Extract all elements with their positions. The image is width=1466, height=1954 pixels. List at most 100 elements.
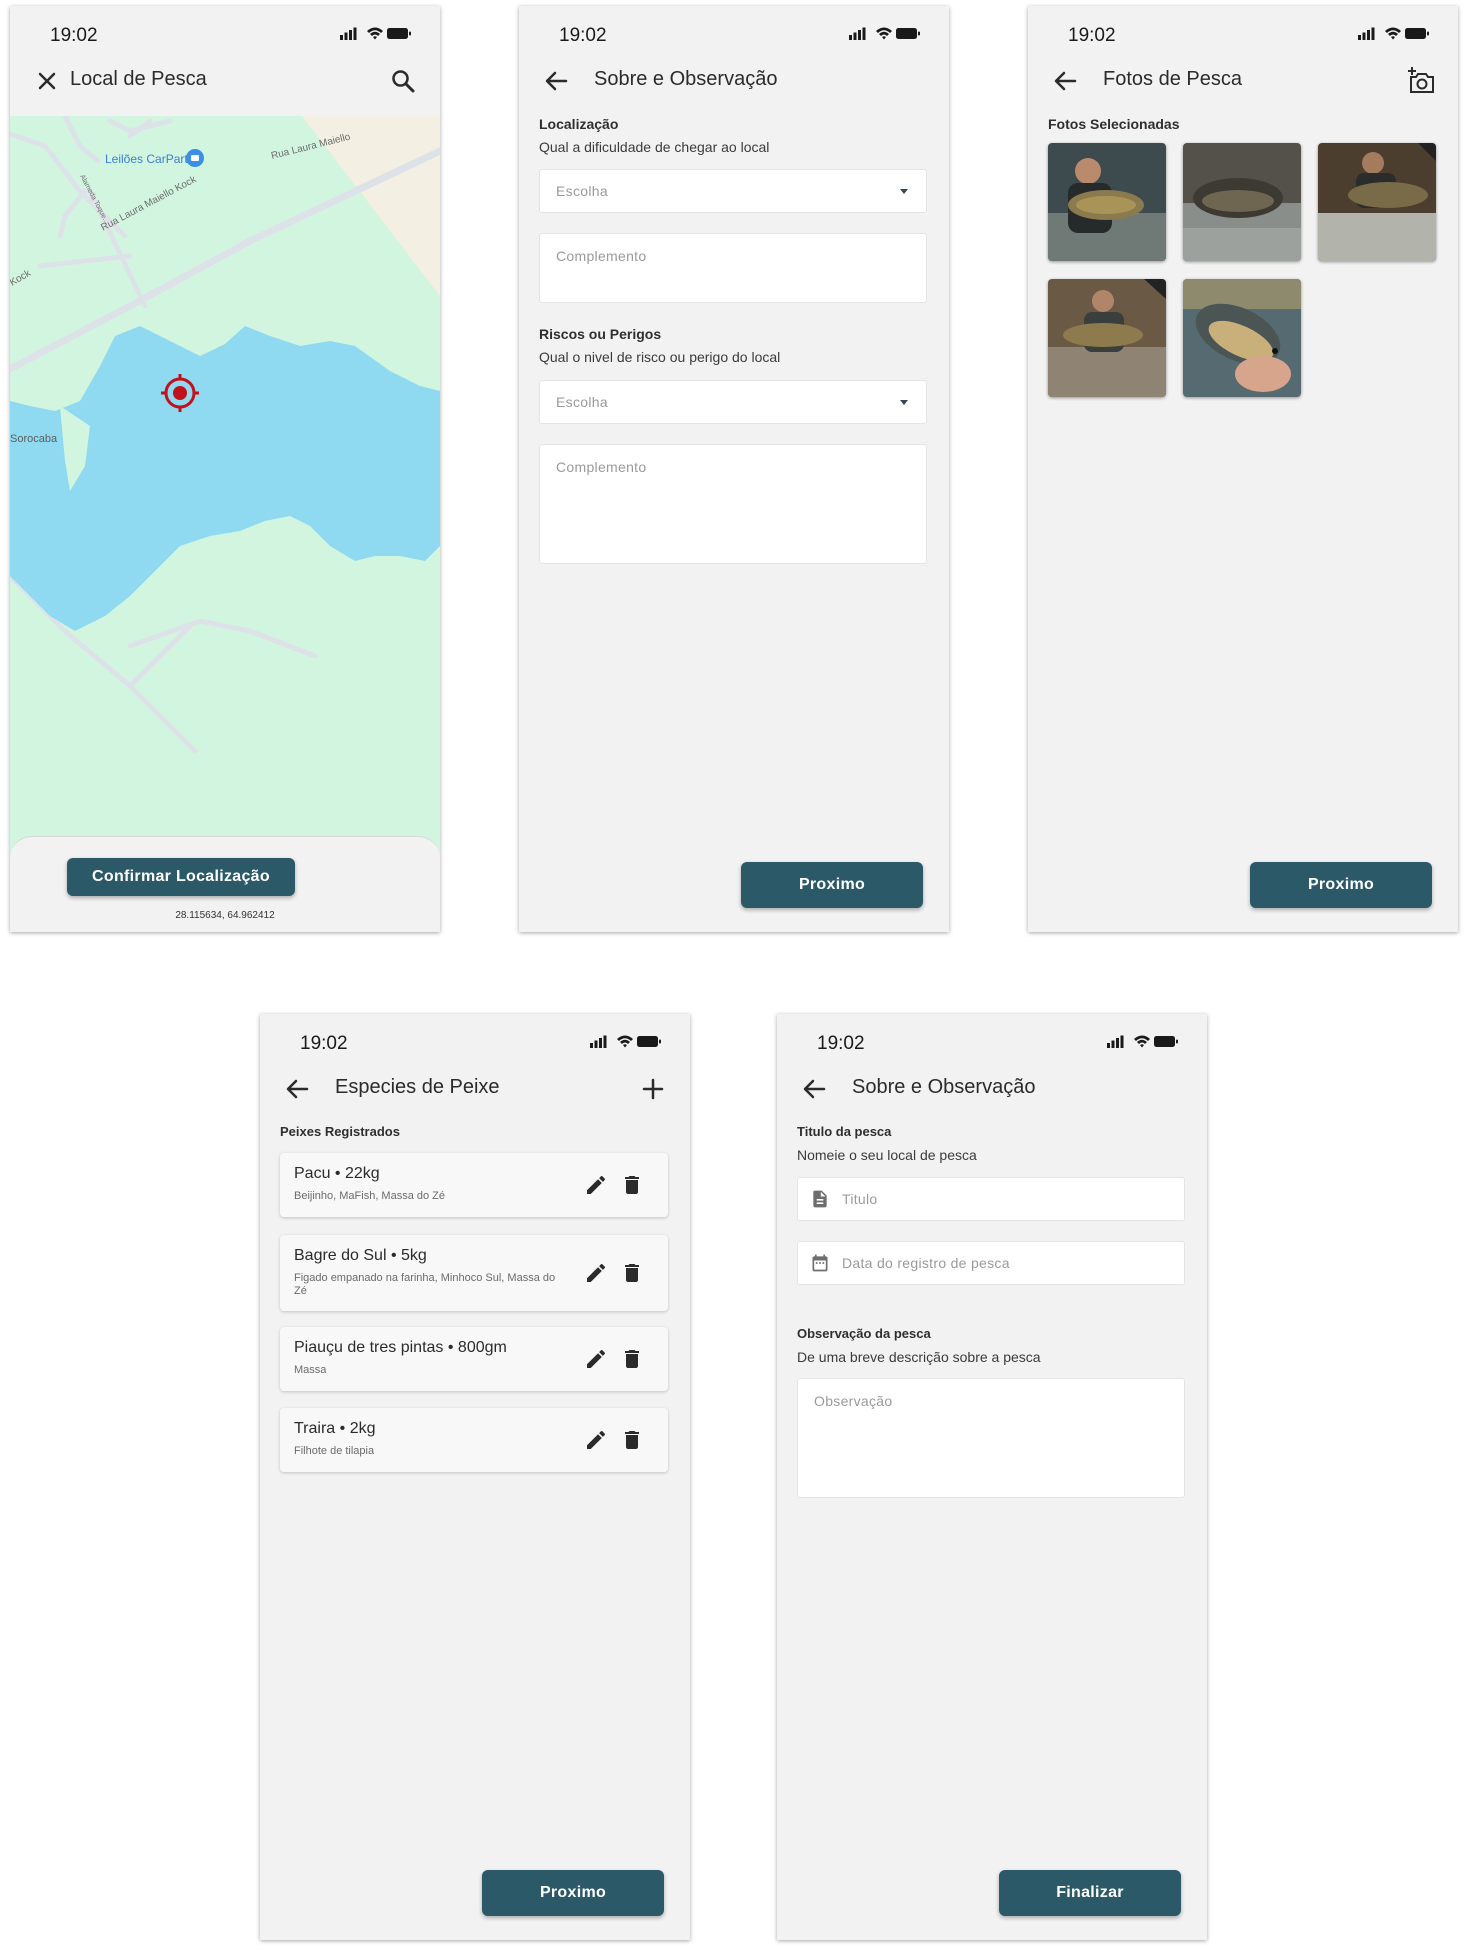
complement-textarea[interactable]: Complemento — [539, 444, 927, 564]
arrow-back-icon[interactable] — [799, 1074, 829, 1104]
plus-icon[interactable] — [638, 1074, 668, 1104]
date-input[interactable]: Data do registro de pesca — [797, 1241, 1185, 1285]
close-icon[interactable] — [32, 66, 62, 96]
edit-icon[interactable] — [584, 1347, 608, 1371]
screen-local-de-pesca: Leilões CarPart Rua Laura Maiello Kock R… — [10, 6, 440, 932]
app-bar: Local de Pesca — [10, 56, 440, 106]
app-bar: Fotos de Pesca — [1028, 56, 1458, 106]
status-icons — [590, 1035, 661, 1048]
dropdown-caret-icon — [900, 400, 908, 405]
edit-icon[interactable] — [584, 1261, 608, 1285]
fish-bait: Beijinho, MaFish, Massa do Zé — [294, 1190, 446, 1202]
edit-icon[interactable] — [584, 1173, 608, 1197]
app-bar: Especies de Peixe — [260, 1064, 690, 1114]
status-bar: 19:02 — [1028, 6, 1458, 50]
delete-icon[interactable] — [620, 1347, 644, 1371]
next-button[interactable]: Proximo — [482, 1870, 664, 1916]
fish-photo[interactable] — [1183, 279, 1301, 397]
finish-button[interactable]: Finalizar — [999, 1870, 1181, 1916]
section-label: Titulo da pesca — [797, 1124, 892, 1139]
street-label: Alameda Toque... — [78, 174, 110, 225]
app-bar: Sobre e Observação — [519, 56, 949, 106]
street-label: Rua Laura Maiello Kock — [99, 174, 199, 234]
observation-textarea[interactable]: Observação — [797, 1378, 1185, 1498]
input-placeholder: Titulo — [842, 1191, 878, 1207]
fish-card[interactable]: Traira • 2kg Filhote de tilapia — [280, 1408, 668, 1472]
section-subtitle: De uma breve descrição sobre a pesca — [797, 1349, 1041, 1365]
app-bar: Sobre e Observação — [777, 1064, 1207, 1114]
confirm-location-button[interactable]: Confirmar Localização — [67, 858, 295, 896]
fish-card[interactable]: Pacu • 22kg Beijinho, MaFish, Massa do Z… — [280, 1153, 668, 1217]
status-time: 19:02 — [50, 25, 98, 46]
textarea-placeholder: Complemento — [556, 459, 647, 475]
fish-photo[interactable] — [1048, 279, 1166, 397]
screen-sobre-observacao-final: 19:02 Sobre e Observação Titulo da pesca… — [777, 1014, 1207, 1940]
section-label: Fotos Selecionadas — [1048, 116, 1180, 132]
screen-sobre-observacao: 19:02 Sobre e Observação Localização Qua… — [519, 6, 949, 932]
document-icon — [813, 1190, 827, 1208]
status-time: 19:02 — [1068, 25, 1116, 46]
screen-especies-de-peixe: 19:02 Especies de Peixe Peixes Registrad… — [260, 1014, 690, 1940]
fish-photo[interactable] — [1318, 143, 1436, 261]
textarea-placeholder: Observação — [814, 1393, 893, 1409]
next-button[interactable]: Proximo — [741, 862, 923, 908]
difficulty-select[interactable]: Escolha — [539, 169, 927, 213]
status-time: 19:02 — [817, 1033, 865, 1054]
textarea-placeholder: Complemento — [556, 248, 647, 264]
section-subtitle: Qual o nivel de risco ou perigo do local — [539, 349, 781, 365]
select-placeholder: Escolha — [556, 394, 608, 410]
add-camera-icon[interactable] — [1406, 66, 1436, 96]
section-label: Localização — [539, 116, 619, 132]
fish-bait: Filhote de tilapia — [294, 1445, 375, 1457]
fish-title: Pacu • 22kg — [294, 1165, 380, 1182]
risk-select[interactable]: Escolha — [539, 380, 927, 424]
fish-bait: Massa — [294, 1364, 327, 1376]
fish-card[interactable]: Bagre do Sul • 5kg Figado empanado na fa… — [280, 1235, 668, 1311]
complement-textarea[interactable]: Complemento — [539, 233, 927, 303]
page-title: Especies de Peixe — [335, 1076, 500, 1098]
input-placeholder: Data do registro de pesca — [842, 1255, 1010, 1271]
delete-icon[interactable] — [620, 1173, 644, 1197]
edit-icon[interactable] — [584, 1428, 608, 1452]
fish-title: Bagre do Sul • 5kg — [294, 1247, 427, 1264]
title-input[interactable]: Titulo — [797, 1177, 1185, 1221]
section-label: Observação da pesca — [797, 1326, 931, 1341]
fish-card[interactable]: Piauçu de tres pintas • 800gm Massa — [280, 1327, 668, 1391]
arrow-back-icon[interactable] — [282, 1074, 312, 1104]
map-view[interactable]: Leilões CarPart Rua Laura Maiello Kock R… — [10, 116, 440, 866]
dropdown-caret-icon — [900, 189, 908, 194]
status-icons — [849, 27, 920, 40]
coordinates-readout: 28.115634, 64.962412 — [175, 910, 275, 921]
arrow-back-icon[interactable] — [541, 66, 571, 96]
calendar-icon — [812, 1254, 828, 1272]
status-icons — [340, 27, 411, 40]
delete-icon[interactable] — [620, 1428, 644, 1452]
fish-title: Piauçu de tres pintas • 800gm — [294, 1339, 507, 1356]
status-bar: 19:02 — [260, 1014, 690, 1058]
fish-photo[interactable] — [1183, 143, 1301, 261]
street-label: Kock — [10, 267, 34, 288]
page-title: Sobre e Observação — [594, 68, 778, 90]
arrow-back-icon[interactable] — [1050, 66, 1080, 96]
fish-title: Traira • 2kg — [294, 1420, 376, 1437]
fish-bait: Figado empanado na farinha, Minhoco Sul,… — [294, 1272, 556, 1297]
fish-photo[interactable] — [1048, 143, 1166, 261]
status-icons — [1107, 1035, 1178, 1048]
search-icon[interactable] — [388, 66, 418, 96]
screen-fotos-de-pesca: 19:02 Fotos de Pesca Fotos Selecionadas — [1028, 6, 1458, 932]
page-title: Fotos de Pesca — [1103, 68, 1242, 90]
status-icons — [1358, 27, 1429, 40]
poi-label: Leilões CarPart — [105, 152, 188, 166]
page-title: Sobre e Observação — [852, 1076, 1036, 1098]
place-label: Sorocaba — [10, 433, 58, 445]
page-title: Local de Pesca — [70, 68, 207, 90]
delete-icon[interactable] — [620, 1261, 644, 1285]
next-button[interactable]: Proximo — [1250, 862, 1432, 908]
section-subtitle: Nomeie o seu local de pesca — [797, 1147, 977, 1163]
status-bar: 19:02 — [777, 1014, 1207, 1058]
status-time: 19:02 — [300, 1033, 348, 1054]
section-label: Riscos ou Perigos — [539, 326, 662, 342]
status-bar: 19:02 — [519, 6, 949, 50]
section-label: Peixes Registrados — [280, 1124, 400, 1139]
section-subtitle: Qual a dificuldade de chegar ao local — [539, 139, 770, 155]
